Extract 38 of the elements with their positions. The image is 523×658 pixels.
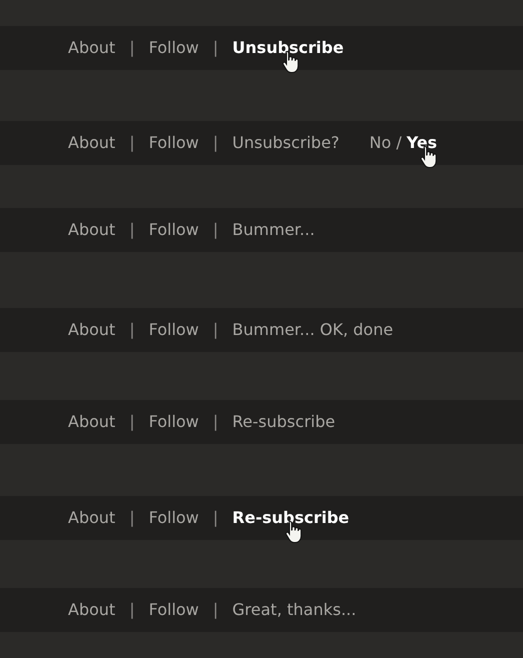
nav-link[interactable]: Re-subscribe (232, 508, 350, 527)
nav-link[interactable]: About (68, 218, 116, 242)
nav-link[interactable]: Follow (148, 218, 199, 242)
nav-separator: | (212, 411, 218, 433)
nav-link[interactable]: About (68, 506, 116, 530)
nav-link[interactable]: Follow (148, 36, 199, 60)
nav-separator: | (129, 132, 135, 154)
nav-link[interactable]: Follow (148, 598, 199, 622)
nav-link[interactable]: Follow (148, 410, 199, 434)
option-divider: / (396, 132, 402, 154)
nav-separator: | (212, 599, 218, 621)
status-text: Great, thanks... (232, 599, 356, 621)
nav-link[interactable]: Re-subscribe (232, 412, 336, 431)
option-link[interactable]: No (369, 133, 392, 152)
nav-separator: | (129, 411, 135, 433)
nav-separator: | (212, 319, 218, 341)
nav-link[interactable]: Follow (148, 131, 199, 155)
nav-separator: | (212, 507, 218, 529)
nav-link[interactable]: About (68, 36, 116, 60)
option-link[interactable]: Yes (406, 133, 438, 152)
nav-link[interactable]: Unsubscribe (232, 38, 344, 57)
confirm-question: Unsubscribe? (232, 132, 340, 154)
nav-separator: | (129, 37, 135, 59)
nav-separator: | (212, 37, 218, 59)
nav-link[interactable]: About (68, 318, 116, 342)
nav-link[interactable]: About (68, 131, 116, 155)
nav-separator: | (212, 219, 218, 241)
nav-separator: | (212, 132, 218, 154)
nav-separator: | (129, 507, 135, 529)
nav-link[interactable]: Follow (148, 506, 199, 530)
nav-separator: | (129, 599, 135, 621)
nav-link[interactable]: About (68, 410, 116, 434)
nav-separator: | (129, 219, 135, 241)
status-text: Bummer... (232, 219, 315, 241)
status-text: Bummer... OK, done (232, 319, 394, 341)
nav-separator: | (129, 319, 135, 341)
nav-link[interactable]: Follow (148, 318, 199, 342)
nav-link[interactable]: About (68, 598, 116, 622)
